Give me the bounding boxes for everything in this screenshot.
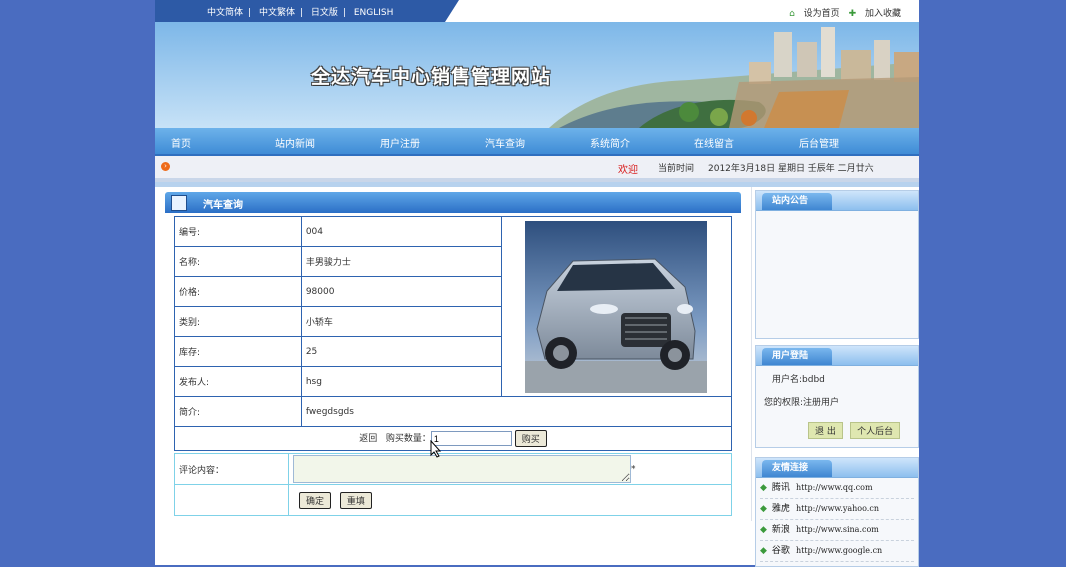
- car-image-cell: [500, 216, 733, 397]
- lang-link-japanese[interactable]: 日文版: [311, 8, 338, 18]
- comment-textarea[interactable]: [293, 455, 631, 483]
- set-homepage-link[interactable]: 设为首页: [804, 9, 840, 19]
- lang-link-english[interactable]: ENGLISH: [354, 8, 394, 18]
- main-content: 汽车查询 编号: 004 名称: 丰男骏力士 价格: 98000 类别: 小轿车…: [155, 187, 752, 521]
- detail-value: 小轿车: [300, 306, 502, 337]
- login-header: 用户登陆: [756, 346, 918, 366]
- monitor-icon: [171, 195, 187, 211]
- detail-value: 98000: [300, 276, 502, 307]
- section-header: 汽车查询: [165, 192, 741, 213]
- lang-link-traditional[interactable]: 中文繁体: [259, 8, 295, 18]
- car-detail-table: 编号: 004 名称: 丰男骏力士 价格: 98000 类别: 小轿车 库存: …: [174, 216, 733, 451]
- current-date: 2012年3月18日 星期日 壬辰年 二月廿六: [708, 164, 874, 174]
- list-item[interactable]: ◆ 雅虎 http://www.yahoo.cn: [760, 499, 914, 520]
- nav-admin[interactable]: 后台管理: [799, 135, 839, 150]
- link-name: 腾讯: [771, 483, 790, 493]
- buy-button[interactable]: 购买: [514, 430, 547, 447]
- link-name: 谷歌: [771, 546, 790, 556]
- list-item[interactable]: ◆ 新浪 http://www.sina.com: [760, 520, 914, 541]
- detail-value: 丰男骏力士: [300, 246, 502, 277]
- list-item[interactable]: ◆ 谷歌 http://www.google.cn: [760, 541, 914, 562]
- section-title: 汽车查询: [203, 200, 243, 211]
- nav-about[interactable]: 系统简介: [590, 135, 630, 150]
- table-row: 简介: fwegdsgds: [174, 396, 733, 427]
- buy-cell: 返回 购买数量： 购买: [174, 426, 732, 451]
- lang-link-simplified[interactable]: 中文简体: [207, 8, 243, 18]
- site-banner: 全达汽车中心销售管理网站: [155, 22, 919, 128]
- detail-label: 名称:: [174, 246, 302, 277]
- main-nav: 首页 站内新闻 用户注册 汽车查询 系统简介 在线留言 后台管理: [155, 128, 919, 156]
- notice-header: 站内公告: [756, 191, 918, 211]
- site-title: 全达汽车中心销售管理网站: [311, 66, 552, 88]
- qty-label: 购买数量：: [385, 434, 431, 444]
- empty-cell: [174, 484, 289, 516]
- links-title: 友情连接: [762, 460, 833, 477]
- arrow-icon: ◆: [760, 483, 767, 493]
- login-title: 用户登陆: [762, 348, 833, 365]
- comment-label: 评论内容：: [174, 453, 289, 485]
- detail-label: 类别:: [174, 306, 302, 337]
- links-box: 友情连接 ◆ 腾讯 http://www.qq.com ◆ 雅虎 http://www.…: [755, 457, 919, 567]
- nav-message[interactable]: 在线留言: [694, 135, 734, 150]
- page: 中文简体 | 中文繁体 | 日文版 | ENGLISH ⌂ 设为首页 ✚ 加入收藏 全…: [155, 0, 919, 567]
- top-links: ⌂ 设为首页 ✚ 加入收藏: [783, 6, 901, 19]
- comment-field-cell: *: [288, 453, 732, 485]
- back-link[interactable]: 返回: [359, 434, 377, 444]
- arrow-icon: ◆: [760, 525, 767, 535]
- mouse-cursor-icon: [430, 440, 442, 458]
- arrow-icon: ◆: [760, 504, 767, 514]
- buy-row: 返回 购买数量： 购买: [174, 426, 732, 451]
- home-icon: ⌂: [789, 9, 795, 19]
- nav-car-query[interactable]: 汽车查询: [485, 135, 525, 150]
- required-mark: *: [631, 464, 636, 475]
- link-name: 雅虎: [771, 504, 790, 514]
- bullet-icon: ›: [161, 162, 170, 171]
- list-item[interactable]: ◆ 腾讯 http://www.qq.com: [760, 478, 914, 499]
- nav-home[interactable]: 首页: [171, 135, 191, 150]
- detail-label: 发布人:: [174, 366, 302, 397]
- personal-backend-button[interactable]: 个人后台: [850, 422, 901, 439]
- table-row: 编号: 004: [174, 216, 733, 397]
- table-row: 评论内容： *: [174, 453, 732, 485]
- plus-icon: ✚: [848, 9, 857, 19]
- welcome-text: 欢迎: [618, 165, 638, 176]
- comment-buttons-cell: 确定 重填: [288, 484, 732, 516]
- links-header: 友情连接: [756, 458, 918, 478]
- notice-box: 站内公告: [755, 190, 919, 339]
- detail-value: fwegdsgds: [300, 396, 733, 427]
- table-row: 确定 重填: [174, 484, 732, 516]
- detail-label: 库存:: [174, 336, 302, 367]
- link-url: http://www.google.cn: [795, 546, 883, 555]
- nav-register[interactable]: 用户注册: [380, 135, 420, 150]
- detail-label: 价格:: [174, 276, 302, 307]
- confirm-button[interactable]: 确定: [299, 491, 332, 509]
- city-banner-image: [549, 27, 919, 128]
- sidebar: 站内公告 用户登陆 用户名:bdbd 您的权限:注册用户 退 出 个人后台 友情…: [755, 187, 919, 567]
- link-url: http://www.yahoo.cn: [795, 504, 879, 513]
- reset-button[interactable]: 重填: [339, 491, 372, 509]
- login-box: 用户登陆 用户名:bdbd 您的权限:注册用户 退 出 个人后台: [755, 345, 919, 448]
- add-favorite-link[interactable]: 加入收藏: [865, 9, 901, 19]
- username-text: 用户名:bdbd: [772, 375, 825, 385]
- link-url: http://www.sina.com: [795, 525, 879, 534]
- permission-text: 您的权限:注册用户: [764, 398, 840, 408]
- comment-table: 评论内容： * 确定 重填: [174, 453, 732, 516]
- detail-label: 编号:: [174, 216, 302, 247]
- language-bar: 中文简体 | 中文繁体 | 日文版 | ENGLISH: [155, 0, 459, 22]
- time-label: 当前时间: [658, 164, 695, 174]
- detail-label: 简介:: [174, 396, 302, 427]
- quantity-input[interactable]: [430, 431, 512, 446]
- car-image: [525, 220, 708, 393]
- link-name: 新浪: [771, 525, 790, 535]
- detail-value: hsg: [300, 366, 502, 397]
- nav-news[interactable]: 站内新闻: [275, 135, 315, 150]
- arrow-icon: ◆: [760, 546, 767, 556]
- detail-value: 004: [300, 216, 502, 247]
- notice-title: 站内公告: [762, 193, 833, 210]
- logout-button[interactable]: 退 出: [808, 422, 843, 439]
- detail-value: 25: [300, 336, 502, 367]
- info-bar: › 欢迎 当前时间 2012年3月18日 星期日 壬辰年 二月廿六: [155, 156, 919, 182]
- link-url: http://www.qq.com: [795, 483, 873, 492]
